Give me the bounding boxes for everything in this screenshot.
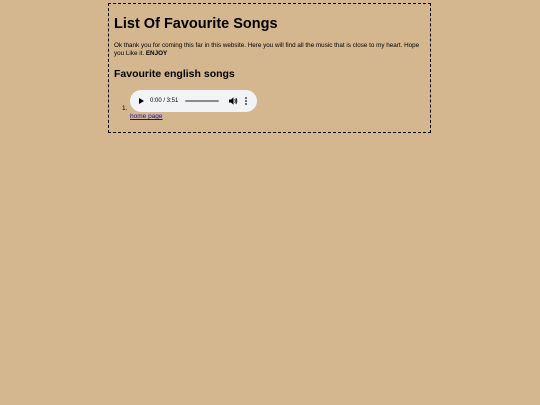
- page-title: List Of Favourite Songs: [114, 16, 278, 32]
- volume-icon[interactable]: [229, 97, 238, 105]
- list-item-number: 1.: [122, 105, 128, 112]
- audio-player[interactable]: 0:00 / 3:51: [130, 90, 257, 112]
- audio-time: 0:00 / 3:51: [150, 98, 179, 104]
- play-icon[interactable]: [139, 98, 144, 104]
- audio-progress-bar[interactable]: [185, 100, 219, 102]
- home-page-link[interactable]: home page: [130, 113, 163, 120]
- content-panel: List Of Favourite Songs Ok thank you for…: [108, 3, 431, 133]
- more-vertical-icon[interactable]: [244, 97, 248, 105]
- intro-paragraph: Ok thank you for coming this far in this…: [114, 42, 429, 58]
- intro-emphasis: ENJOY: [145, 50, 168, 57]
- section-heading: Favourite english songs: [114, 68, 235, 80]
